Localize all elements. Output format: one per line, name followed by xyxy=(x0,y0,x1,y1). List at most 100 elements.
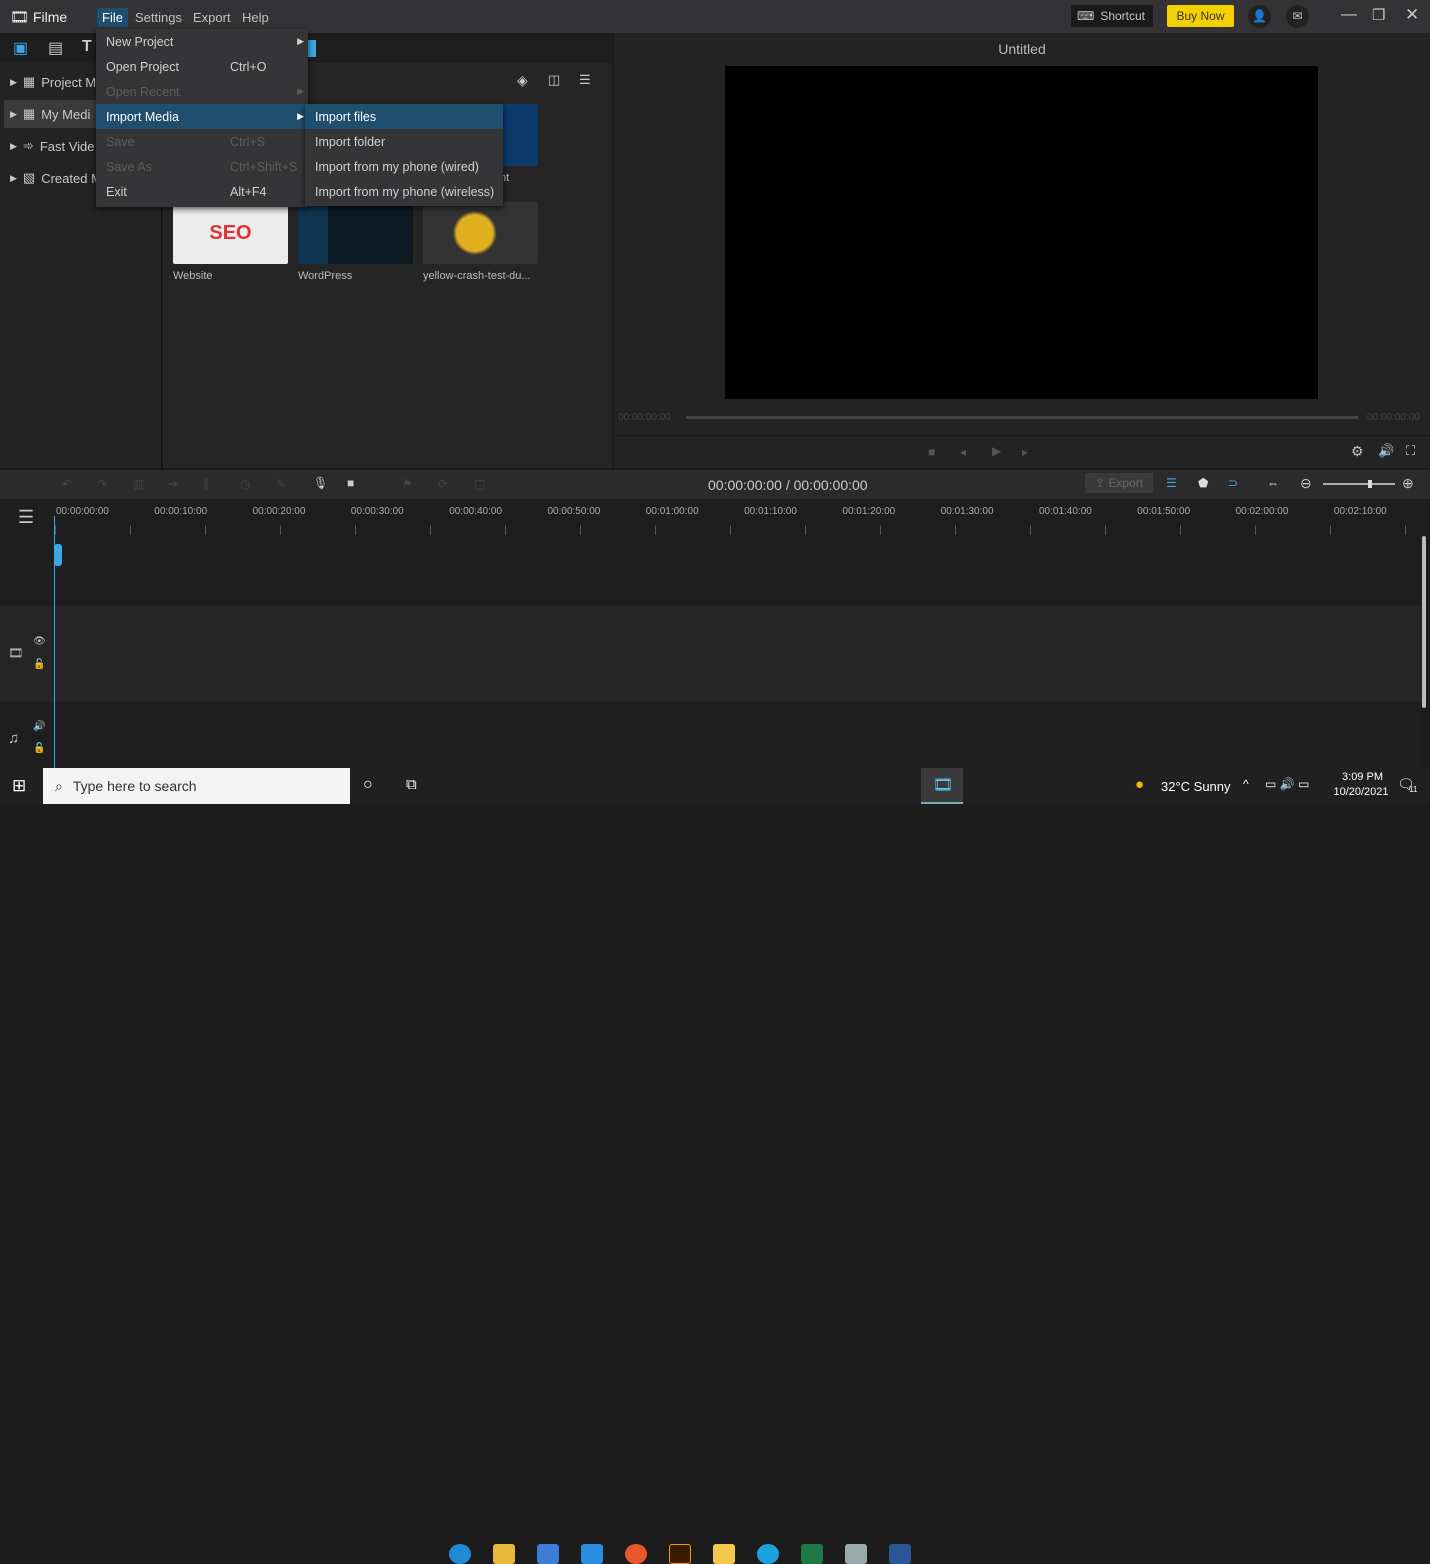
zoom-slider[interactable] xyxy=(1323,480,1395,488)
cut-icon[interactable]: ➔ xyxy=(168,477,178,491)
marker-icon[interactable]: ⚑ xyxy=(402,477,413,491)
playhead-handle[interactable] xyxy=(54,544,62,566)
volume-icon[interactable]: 🔊 xyxy=(1378,443,1394,459)
skype-icon[interactable] xyxy=(757,1544,779,1564)
lock-icon[interactable]: 🔓 xyxy=(33,743,45,754)
file-explorer-icon[interactable] xyxy=(493,1544,515,1564)
speed-icon[interactable]: ◷ xyxy=(240,477,250,491)
project-title: Untitled xyxy=(998,41,1046,57)
stop-icon[interactable]: ■ xyxy=(928,445,935,459)
app-name: Filme xyxy=(33,9,68,25)
clock-date[interactable]: 10/20/2021 xyxy=(1328,786,1394,798)
split-icon[interactable]: ∥ xyxy=(203,477,209,491)
layout-icon[interactable]: ◫ xyxy=(548,72,560,88)
timeline-toolbar: ↶ ↷ ▥ ➔ ∥ ◷ ✎ 🎙 ■ ⚑ ⟳ ▢ 00:00:00:00 / 00… xyxy=(0,470,1430,499)
crop-icon[interactable]: ⟳ xyxy=(438,477,448,491)
app-logo: 🎞 xyxy=(10,9,30,26)
file-menu-item[interactable]: Exit Alt+F4 xyxy=(96,179,308,204)
firefox-icon[interactable] xyxy=(625,1544,647,1564)
windows-start-icon[interactable]: ⊞ xyxy=(12,776,26,796)
ruler-tick-label: 00:01:50:00 xyxy=(1137,506,1191,517)
timeline-scrollbar[interactable] xyxy=(1422,536,1426,708)
media-item[interactable]: SEO Website xyxy=(173,202,288,282)
folder-icon[interactable]: ▤ xyxy=(48,38,63,58)
excel-icon[interactable] xyxy=(801,1544,823,1564)
file-menu-item[interactable]: Import Media ▶ xyxy=(96,104,308,129)
taskbar-search-input[interactable]: ⌕ Type here to search xyxy=(43,768,350,804)
app-icon[interactable] xyxy=(845,1544,867,1564)
next-frame-icon[interactable]: ▸ xyxy=(1022,445,1028,459)
illustrator-icon[interactable] xyxy=(669,1544,691,1564)
camera-icon[interactable]: ■ xyxy=(347,476,354,490)
media-tab-icon[interactable]: ▣ xyxy=(13,38,28,58)
zoom-out-icon[interactable]: ⊖ xyxy=(1300,475,1312,492)
zoom-in-icon[interactable]: ⊕ xyxy=(1402,475,1414,492)
play-icon[interactable]: ▶ xyxy=(992,444,1001,458)
taskbar: ⊞ ⌕ Type here to search ○ ⧉ 🎞 ● 32°C Sunn… xyxy=(0,768,1430,1564)
weather-text[interactable]: 32°C Sunny xyxy=(1161,779,1231,794)
account-icon[interactable]: 👤 xyxy=(1248,5,1271,28)
file-menu-item[interactable]: Open Project Ctrl+O xyxy=(96,54,308,79)
media-item[interactable]: yellow-crash-test-du... xyxy=(423,202,538,282)
effect-icon[interactable]: ▢ xyxy=(474,477,485,491)
sort-icon[interactable]: ☰ xyxy=(579,72,591,88)
preview-panel: Untitled 00:00:00:00 00:00:00:00 ■ ◂ ▶ ▸… xyxy=(614,33,1430,468)
filme-taskbar-icon[interactable]: 🎞 xyxy=(921,768,963,804)
fullscreen-icon[interactable]: ⛶ xyxy=(1406,443,1415,459)
import-submenu-item[interactable]: Import folder xyxy=(305,129,503,154)
audio-track: ♫ 🔊 🔓 xyxy=(0,702,1422,768)
undo-icon[interactable]: ↶ xyxy=(62,477,72,491)
preview-scrubber[interactable] xyxy=(686,416,1358,419)
minimize-icon[interactable]: — xyxy=(1341,6,1357,24)
shortcut-button[interactable]: ⌨ Shortcut xyxy=(1071,5,1153,27)
sticky-notes-icon[interactable] xyxy=(713,1544,735,1564)
ruler-tick-label: 00:00:40:00 xyxy=(449,506,503,517)
import-submenu-item[interactable]: Import from my phone (wireless) xyxy=(305,179,503,204)
marker-shield-icon[interactable]: ⬟ xyxy=(1198,476,1208,490)
cortana-icon[interactable]: ○ xyxy=(363,776,373,794)
prev-frame-icon[interactable]: ◂ xyxy=(960,445,966,459)
delete-icon[interactable]: ▥ xyxy=(133,477,144,491)
task-view-icon[interactable]: ⧉ xyxy=(406,776,417,793)
buy-now-button[interactable]: Buy Now xyxy=(1167,5,1234,27)
file-menu: New Project ▶ Open Project Ctrl+O Open Recen… xyxy=(96,29,308,207)
menu-settings[interactable]: Settings xyxy=(130,8,187,27)
tracks-icon[interactable]: ☰ xyxy=(1166,476,1177,490)
text-icon[interactable]: T xyxy=(82,38,92,56)
mail-icon[interactable] xyxy=(581,1544,603,1564)
tray-icons[interactable]: ▭ 🔊 ▭ xyxy=(1265,777,1309,791)
file-menu-item: Open Recent ▶ xyxy=(106,84,304,99)
redo-icon[interactable]: ↷ xyxy=(97,477,107,491)
media-item[interactable]: WordPress xyxy=(298,202,413,282)
import-submenu-item[interactable]: Import files xyxy=(305,104,503,129)
chevron-up-icon[interactable]: ^ xyxy=(1243,777,1249,791)
file-menu-item[interactable]: New Project ▶ xyxy=(96,29,308,54)
track-empty xyxy=(0,536,1422,606)
microphone-icon[interactable]: 🎙 xyxy=(313,476,328,490)
clock-time[interactable]: 3:09 PM xyxy=(1335,771,1390,783)
video-track: 🎞 👁 🔓 xyxy=(0,606,1422,702)
word-icon[interactable] xyxy=(889,1544,911,1564)
menu-export[interactable]: Export xyxy=(188,8,236,27)
audio-volume-icon[interactable]: 🔊 xyxy=(33,721,45,732)
layers-icon[interactable]: ◈ xyxy=(517,72,528,89)
lock-icon[interactable]: 🔓 xyxy=(33,659,45,670)
timeline-menu-icon[interactable]: ☰ xyxy=(18,507,34,528)
settings-icon[interactable]: ⚙ xyxy=(1351,443,1364,460)
import-submenu-item[interactable]: Import from my phone (wired) xyxy=(305,154,503,179)
fit-icon[interactable]: ⇔ xyxy=(1267,476,1279,490)
timeline-ruler[interactable]: ☰ xyxy=(0,499,1430,536)
magnet-icon[interactable]: ⊃ xyxy=(1228,476,1238,490)
ruler-tick-label: 00:00:30:00 xyxy=(350,506,404,517)
menu-file[interactable]: File xyxy=(97,8,128,27)
restore-icon[interactable]: ❐ xyxy=(1372,6,1385,24)
edge-icon[interactable] xyxy=(449,1544,471,1564)
message-icon[interactable]: ✉ xyxy=(1286,5,1309,28)
visibility-icon[interactable]: 👁 xyxy=(33,636,46,647)
close-icon[interactable]: ✕ xyxy=(1405,5,1419,25)
edit-icon[interactable]: ✎ xyxy=(276,477,286,491)
menu-help[interactable]: Help xyxy=(237,8,274,27)
export-button[interactable]: ⇪ Export xyxy=(1085,473,1153,493)
ruler-tick-label: 00:01:40:00 xyxy=(1039,506,1092,517)
store-icon[interactable] xyxy=(537,1544,559,1564)
